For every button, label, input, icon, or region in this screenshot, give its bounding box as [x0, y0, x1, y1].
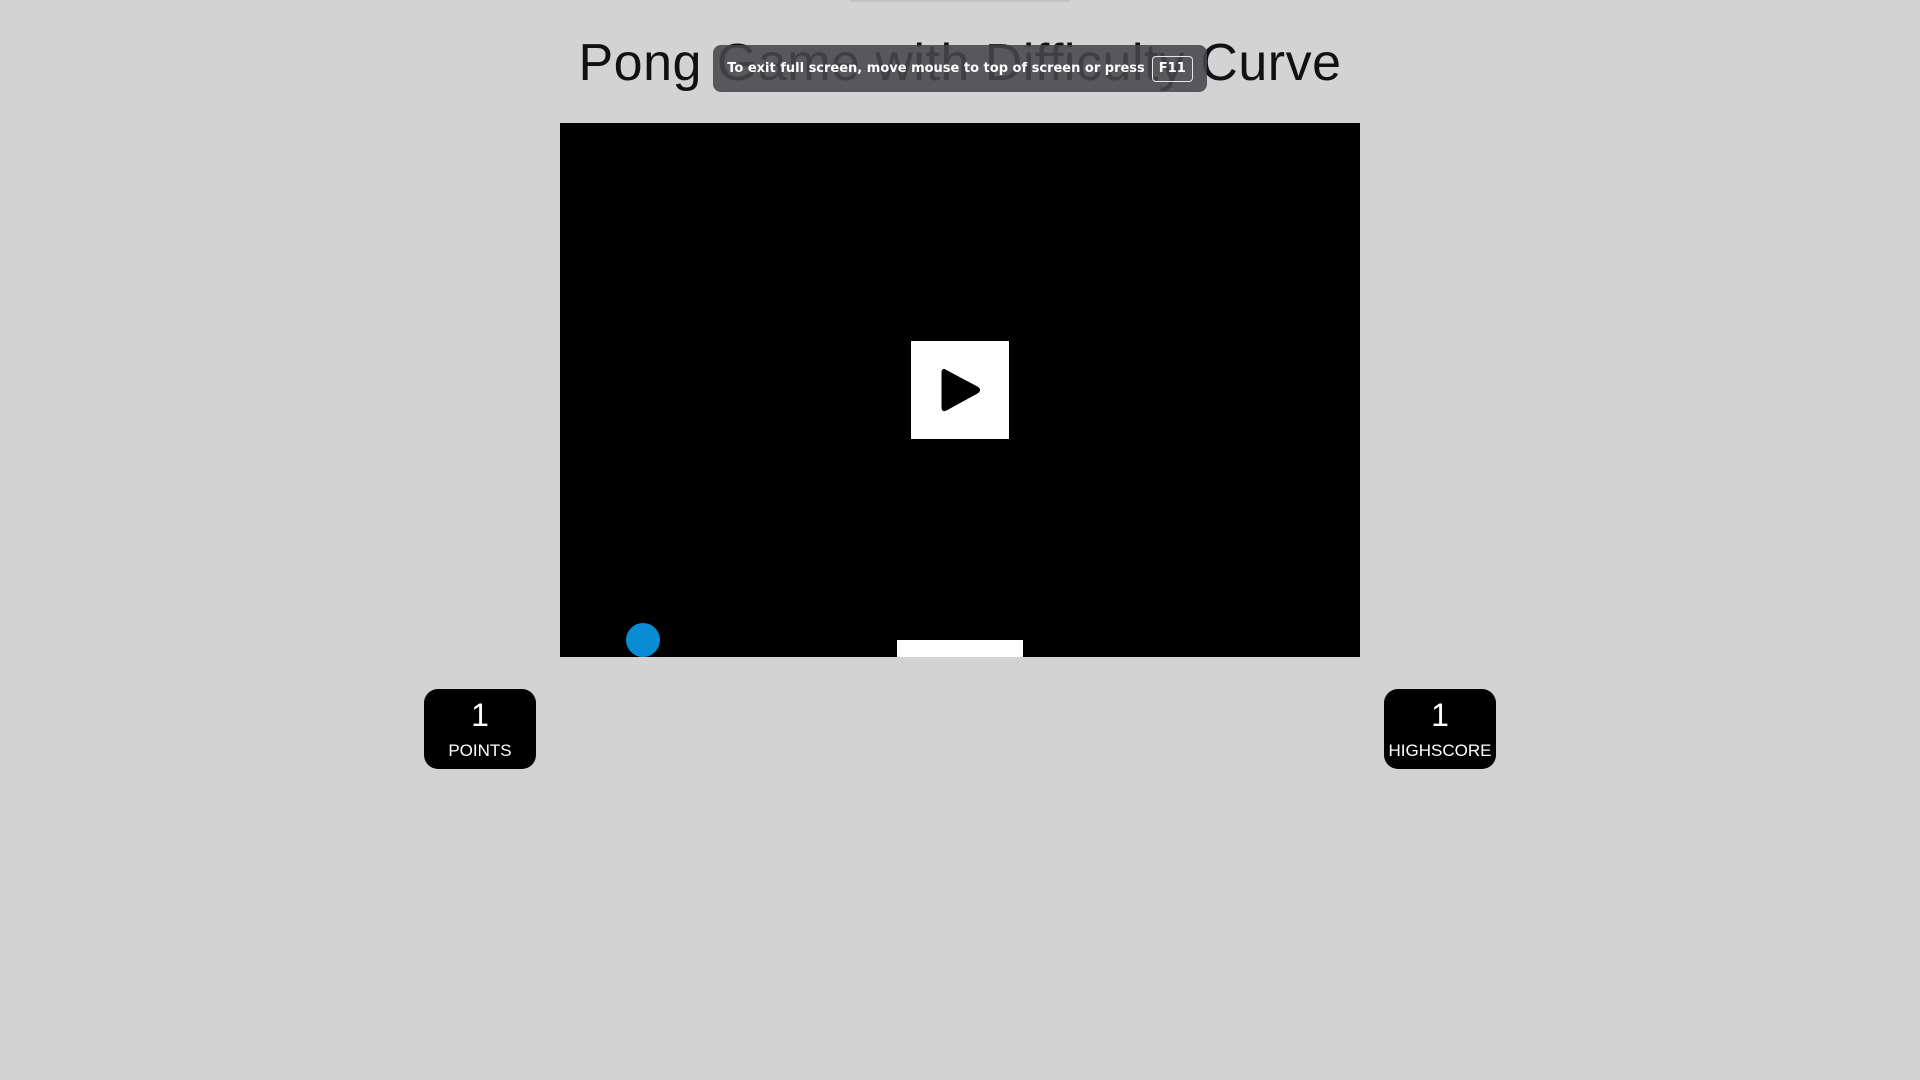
play-button[interactable] [911, 341, 1009, 439]
ball [626, 623, 660, 657]
play-icon [941, 368, 980, 412]
page: Pong Game with Difficulty Curve To exit … [0, 0, 1920, 1080]
fullscreen-exit-toast: To exit full screen, move mouse to top o… [713, 45, 1207, 92]
fullscreen-toast-key: F11 [1151, 55, 1193, 82]
game-canvas[interactable] [560, 123, 1360, 657]
highscore-value: 1 [1431, 697, 1449, 733]
points-label: POINTS [448, 741, 512, 760]
highscore-label: HIGHSCORE [1388, 741, 1492, 760]
top-hint-line [850, 0, 1070, 2]
points-value: 1 [471, 697, 489, 733]
highscore-box: 1 HIGHSCORE [1384, 689, 1496, 769]
points-box: 1 POINTS [424, 689, 536, 769]
paddle[interactable] [897, 640, 1023, 657]
fullscreen-toast-message: To exit full screen, move mouse to top o… [727, 61, 1145, 76]
